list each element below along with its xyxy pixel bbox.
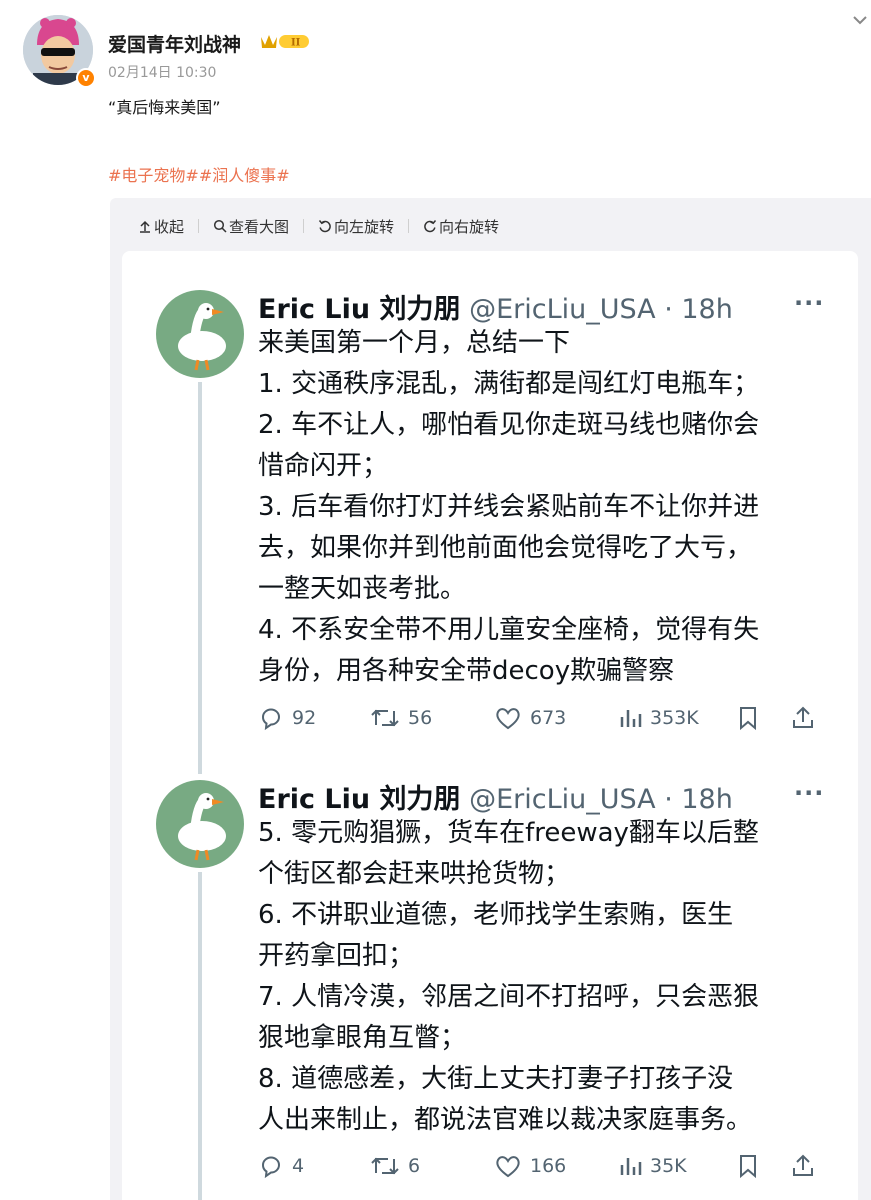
bookmark-icon [740, 707, 756, 731]
tweet-line: 人出来制止，都说法官难以裁决家庭事务。 [258, 1105, 753, 1135]
toolbar-divider [198, 219, 200, 233]
bookmark-button[interactable] [736, 1153, 760, 1179]
viewer-toolbar: 收起 查看大图 向左旋转 向右旋转 [138, 215, 499, 237]
post-hashtags[interactable]: #电子宠物##润人傻事# [108, 162, 290, 186]
reply-button[interactable]: 4 [258, 1153, 304, 1179]
heart-icon [496, 1156, 520, 1178]
tweet-line: 1. 交通秩序混乱，满街都是闯红灯电瓶车； [258, 369, 760, 399]
share-icon [793, 1154, 813, 1176]
tweet-screenshot-image[interactable]: Eric Liu 刘力朋 @EricLiu_USA · 18h ··· 来美国第… [122, 251, 858, 1200]
search-icon [213, 219, 227, 233]
reply-icon [262, 1156, 280, 1179]
tweet-text: 来美国第一个月，总结一下 1. 交通秩序混乱，满街都是闯红灯电瓶车； 2. 车不… [258, 323, 759, 692]
thread-line [198, 872, 202, 1200]
bookmark-icon [740, 1155, 756, 1179]
tweet-line: 7. 人情冷漠，邻居之间不打招呼，只会恶狠 [258, 982, 760, 1012]
toolbar-divider [303, 219, 305, 233]
view-large-label: 查看大图 [229, 217, 290, 236]
tweet-line: 8. 道德感差，大街上丈夫打妻子打孩子没 [258, 1064, 734, 1094]
image-viewer: 收起 查看大图 向左旋转 向右旋转 Eric Liu 刘力朋 @EricLiu_… [110, 198, 871, 1200]
tweet-actions: 4 6 166 35K [258, 1153, 838, 1183]
tweet-handle-time[interactable]: @EricLiu_USA · 18h [469, 784, 733, 815]
goose-avatar [156, 290, 244, 378]
views-button[interactable]: 353K [618, 705, 699, 731]
post-username[interactable]: 爱国青年刘战神 [108, 30, 241, 57]
rotate-left-label: 向左旋转 [334, 217, 395, 236]
collapse-button[interactable]: 收起 [138, 216, 184, 237]
chevron-down-icon[interactable] [850, 10, 870, 30]
heart-icon [496, 708, 520, 730]
toolbar-divider [408, 219, 410, 233]
tweet-line: 开药拿回扣； [258, 941, 415, 971]
reply-count: 4 [292, 1155, 305, 1177]
tweet-actions: 92 56 673 353K [258, 705, 838, 735]
reply-icon [262, 708, 280, 731]
svg-text:II: II [291, 38, 301, 49]
share-icon [793, 706, 813, 728]
retweet-count: 56 [408, 707, 433, 729]
views-button[interactable]: 35K [618, 1153, 687, 1179]
goose-avatar [156, 780, 244, 868]
rotate-left-button[interactable]: 向左旋转 [318, 216, 394, 237]
post-timestamp[interactable]: 02月14日 10:30 [108, 62, 216, 82]
retweet-icon [371, 1157, 399, 1175]
retweet-icon [371, 709, 399, 727]
verified-badge-icon: v [76, 68, 96, 88]
reply-count: 92 [292, 707, 317, 729]
rotate-right-label: 向右旋转 [439, 217, 500, 236]
tweet-line: 惜命闪开； [258, 451, 389, 481]
rotate-left-icon [318, 220, 331, 233]
post-text: “真后悔来美国” [108, 98, 221, 117]
tweet-line: 去，如果你并到他前面他会觉得吃了大亏， [258, 533, 753, 563]
share-button[interactable] [790, 705, 816, 731]
tweet-line: 3. 后车看你打灯并线会紧贴前车不让你并进 [258, 492, 760, 522]
tweet-author-name[interactable]: Eric Liu 刘力朋 [258, 784, 461, 815]
rotate-right-icon [424, 220, 437, 233]
like-count: 166 [530, 1155, 567, 1177]
like-count: 673 [530, 707, 567, 729]
tweet-handle-time[interactable]: @EricLiu_USA · 18h [469, 294, 733, 325]
retweet-button[interactable]: 56 [370, 705, 432, 731]
views-icon [620, 1158, 642, 1175]
tweet-line: 一整天如丧考批。 [258, 574, 467, 604]
retweet-count: 6 [408, 1155, 421, 1177]
collapse-label: 收起 [154, 217, 185, 236]
bookmark-button[interactable] [736, 705, 760, 731]
tweet-line: 2. 车不让人，哪怕看见你走斑马线也赌你会 [258, 410, 760, 440]
tweet-header: Eric Liu 刘力朋 @EricLiu_USA · 18h [258, 287, 733, 326]
more-options-icon[interactable]: ··· [794, 779, 824, 807]
views-count: 35K [650, 1155, 687, 1177]
tweet-line: 来美国第一个月，总结一下 [258, 328, 571, 358]
tweet-text: 5. 零元购猖獗，货车在freeway翻车以后整 个街区都会赶来哄抢货物； 6.… [258, 813, 759, 1141]
more-options-icon[interactable]: ··· [794, 289, 824, 317]
collapse-icon [140, 220, 150, 233]
tweet-line: 6. 不讲职业道德，老师找学生索贿，医生 [258, 900, 734, 930]
tweet-line: 身份，用各种安全带decoy欺骗警察 [258, 656, 675, 686]
tweet-line: 4. 不系安全带不用儿童安全座椅，觉得有失 [258, 615, 760, 645]
tweet-line: 5. 零元购猖獗，货车在freeway翻车以后整 [258, 818, 759, 848]
tweet-author-name[interactable]: Eric Liu 刘力朋 [258, 294, 461, 325]
rank-badge-icon[interactable]: II [258, 31, 312, 51]
rotate-right-button[interactable]: 向右旋转 [423, 216, 499, 237]
view-large-button[interactable]: 查看大图 [213, 216, 289, 237]
tweet-line: 个街区都会赶来哄抢货物； [258, 859, 571, 889]
retweet-button[interactable]: 6 [370, 1153, 420, 1179]
tweet-line: 狠地拿眼角互瞥； [258, 1023, 467, 1053]
thread-line [198, 382, 202, 774]
views-icon [620, 710, 642, 727]
reply-button[interactable]: 92 [258, 705, 316, 731]
like-button[interactable]: 673 [494, 705, 566, 731]
share-button[interactable] [790, 1153, 816, 1179]
tweet-header: Eric Liu 刘力朋 @EricLiu_USA · 18h [258, 777, 733, 816]
like-button[interactable]: 166 [494, 1153, 566, 1179]
views-count: 353K [650, 707, 699, 729]
